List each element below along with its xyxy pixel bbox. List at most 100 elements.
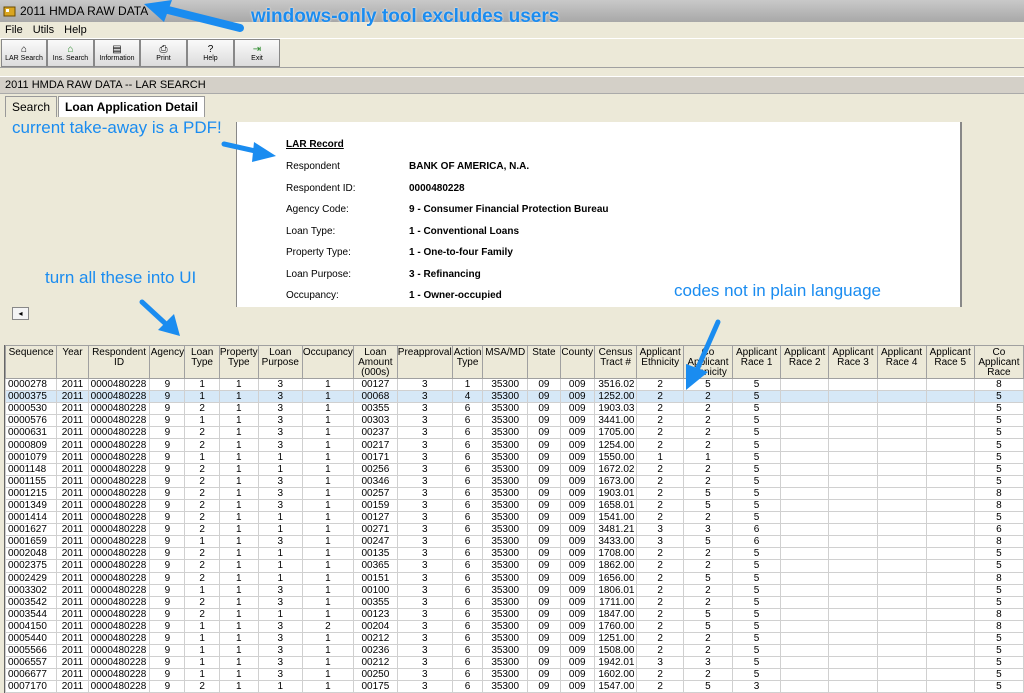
column-header[interactable]: Loan Amount (000s)	[352, 345, 398, 379]
table-cell	[780, 571, 830, 585]
table-cell: 2	[184, 559, 220, 573]
exit-button[interactable]: ⇥ Exit	[234, 39, 280, 67]
table-cell: 0000375	[5, 390, 58, 404]
table-row[interactable]: 0005566 2011 0000480228 9 1 1 3 1 00236 3 6 35300 09…	[5, 644, 1024, 658]
table-cell: 00100	[352, 583, 398, 597]
column-header[interactable]: Agency	[149, 345, 186, 379]
table-row[interactable]: 0005440 2011 0000480228 9 1 1 3 1 00212 3 6 35300 09…	[5, 631, 1024, 646]
information-button[interactable]: ▤ Information	[94, 39, 140, 67]
table-row[interactable]: 0001215 2011 0000480228 9 2 1 3 1 00257 3 6 35300 09…	[5, 486, 1024, 500]
table-cell	[828, 474, 878, 488]
table-row[interactable]: 0006557 2011 0000480228 9 1 1 3 1 00212 3 6 35300 09…	[5, 656, 1024, 670]
table-row[interactable]: 0002375 2011 0000480228 9 2 1 1 1 00365 3 6 35300 09…	[5, 559, 1024, 573]
table-cell	[925, 583, 975, 597]
column-header[interactable]: Applicant Race 3	[828, 345, 878, 379]
table-cell: 0000480228	[87, 426, 151, 440]
lar-search-button[interactable]: ⌂ LAR Search	[1, 39, 47, 67]
column-header[interactable]: Property Type	[218, 345, 259, 379]
column-header[interactable]: Loan Purpose	[257, 345, 303, 379]
table-row[interactable]: 0001659 2011 0000480228 9 1 1 3 1 00247 3 6 35300 09…	[5, 535, 1024, 549]
menu-help[interactable]: Help	[59, 24, 92, 36]
table-row[interactable]: 0001148 2011 0000480228 9 2 1 1 1 00256 3 6 35300 09…	[5, 462, 1024, 476]
column-header[interactable]: Occupancy	[301, 345, 354, 379]
table-row[interactable]: 0002429 2011 0000480228 9 2 1 1 1 00151 3 6 35300 09…	[5, 571, 1024, 585]
column-header[interactable]: MSA/MD	[482, 345, 528, 379]
table-row[interactable]: 0004150 2011 0000480228 9 1 1 3 2 00204 3 6 35300 09…	[5, 619, 1024, 633]
table-cell: 0000480228	[87, 523, 151, 537]
column-header[interactable]: Applicant Race 4	[876, 345, 927, 379]
table-cell: 1	[184, 377, 220, 392]
table-cell: 6	[451, 595, 484, 609]
table-cell: 2011	[56, 571, 89, 585]
table-row[interactable]: 0003302 2011 0000480228 9 1 1 3 1 00100 3 6 35300 09…	[5, 583, 1024, 597]
column-header[interactable]: Preapproval	[396, 345, 453, 379]
table-row[interactable]: 0000530 2011 0000480228 9 2 1 3 1 00355 3 6 35300 09…	[5, 402, 1024, 416]
print-button[interactable]: ⎙ Print	[140, 39, 187, 67]
table-row[interactable]: 0001079 2011 0000480228 9 1 1 1 1 00171 3 6 35300 09…	[5, 450, 1024, 464]
table-row[interactable]: 0001349 2011 0000480228 9 2 1 3 1 00159 3 6 35300 09…	[5, 498, 1024, 513]
table-row[interactable]: 0006677 2011 0000480228 9 1 1 3 1 00250 3 6 35300 09…	[5, 668, 1024, 682]
table-row[interactable]: 0001627 2011 0000480228 9 2 1 1 1 00271 3 6 35300 09…	[5, 523, 1024, 537]
table-cell	[780, 668, 830, 682]
column-header[interactable]: Census Tract #	[593, 345, 638, 379]
column-header[interactable]: Applicant Race 2	[780, 345, 830, 379]
column-header[interactable]: County	[559, 345, 595, 379]
table-row[interactable]: 0003542 2011 0000480228 9 2 1 3 1 00355 3 6 35300 09…	[5, 595, 1024, 609]
table-cell: 09	[526, 390, 561, 404]
column-header[interactable]: Year	[56, 345, 89, 379]
help-button[interactable]: ? Help	[187, 39, 234, 67]
table-cell: 1252.00	[593, 390, 638, 404]
table-cell: 1	[257, 680, 303, 693]
table-cell: 3	[257, 656, 303, 670]
table-cell: 00175	[352, 680, 398, 693]
table-row[interactable]: 0007170 2011 0000480228 9 2 1 1 1 00175 3 6 35300 09…	[5, 680, 1024, 693]
table-cell: 5	[973, 426, 1024, 440]
table-cell	[828, 511, 878, 525]
tab-loan-application-detail[interactable]: Loan Application Detail	[58, 96, 205, 117]
table-cell: 6	[731, 523, 782, 537]
column-header[interactable]: State	[526, 345, 561, 379]
table-cell: 6	[451, 583, 484, 597]
table-row[interactable]: 0002048 2011 0000480228 9 2 1 1 1 00135 3 6 35300 09…	[5, 547, 1024, 561]
lar-results-grid[interactable]: Sequence Year Respondent ID Agency Loan Type…	[4, 345, 1024, 693]
column-header[interactable]: Applicant Ethnicity	[636, 345, 684, 379]
table-row[interactable]: 0000631 2011 0000480228 9 2 1 3 1 00237 3 6 35300 09…	[5, 426, 1024, 440]
tab-search[interactable]: Search	[5, 96, 58, 117]
table-cell: 6	[451, 680, 484, 693]
table-cell: 1	[301, 450, 354, 464]
table-cell	[925, 450, 975, 464]
table-cell	[876, 474, 927, 488]
table-cell: 9	[149, 619, 186, 633]
scroll-left-button[interactable]: ◂	[12, 307, 29, 320]
table-row[interactable]: 0001155 2011 0000480228 9 2 1 3 1 00346 3 6 35300 09…	[5, 474, 1024, 488]
table-cell: 2	[636, 511, 684, 525]
table-cell: 09	[526, 426, 561, 440]
menu-file[interactable]: File	[0, 24, 28, 36]
table-cell: 1	[184, 619, 220, 633]
table-cell: 6	[451, 474, 484, 488]
column-header[interactable]: Action Type	[451, 345, 484, 379]
table-row[interactable]: 0000278 2011 0000480228 9 1 1 3 1 00127 3 1 35300 09…	[5, 377, 1024, 392]
table-cell: 5	[973, 631, 1024, 646]
ins-search-button[interactable]: ⌂ Ins. Search	[47, 39, 94, 67]
table-cell: 1	[218, 668, 259, 682]
table-cell: 9	[149, 559, 186, 573]
column-header[interactable]: Applicant Race 1	[731, 345, 782, 379]
table-row[interactable]: 0000809 2011 0000480228 9 2 1 3 1 00217 3 6 35300 09…	[5, 438, 1024, 452]
table-row[interactable]: 0001414 2011 0000480228 9 2 1 1 1 00127 3 6 35300 09…	[5, 511, 1024, 525]
column-header[interactable]: Loan Type	[184, 345, 220, 379]
column-header[interactable]: Co Applicant Race	[973, 345, 1024, 379]
table-cell: 35300	[482, 426, 528, 440]
table-row[interactable]: 0003544 2011 0000480228 9 2 1 1 1 00123 3 6 35300 09…	[5, 607, 1024, 621]
column-header[interactable]: Respondent ID	[87, 345, 151, 379]
table-cell: 6	[451, 486, 484, 500]
column-header[interactable]: Applicant Race 5	[925, 345, 975, 379]
table-cell: 5	[731, 474, 782, 488]
table-cell: 2011	[56, 511, 89, 525]
table-row[interactable]: 0000576 2011 0000480228 9 1 1 3 1 00303 3 6 35300 09…	[5, 414, 1024, 428]
menu-utils[interactable]: Utils	[28, 24, 59, 36]
table-cell	[780, 511, 830, 525]
column-header[interactable]: Sequence	[5, 345, 58, 379]
table-cell: 8	[973, 607, 1024, 621]
table-row[interactable]: 0000375 2011 0000480228 9 1 1 3 1 00068 3 4 35300 09…	[5, 390, 1024, 404]
